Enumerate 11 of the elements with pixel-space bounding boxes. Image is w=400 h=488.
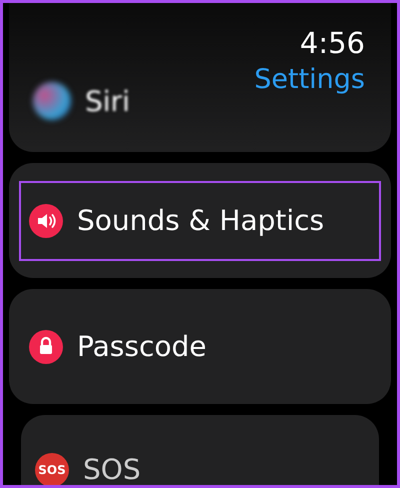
orb-icon bbox=[33, 82, 71, 120]
clock-time: 4:56 bbox=[300, 26, 365, 60]
settings-row[interactable]: Siri bbox=[33, 82, 130, 120]
lock-icon bbox=[29, 330, 63, 364]
settings-row[interactable]: SOS SOS bbox=[25, 447, 375, 485]
settings-row[interactable]: Passcode bbox=[19, 306, 381, 386]
settings-row[interactable]: Sounds & Haptics bbox=[19, 180, 381, 260]
sos-badge: SOS bbox=[35, 453, 69, 485]
speaker-icon bbox=[29, 204, 63, 238]
item-label[interactable]: Siri bbox=[85, 84, 130, 118]
screen-title[interactable]: Settings bbox=[254, 64, 365, 95]
